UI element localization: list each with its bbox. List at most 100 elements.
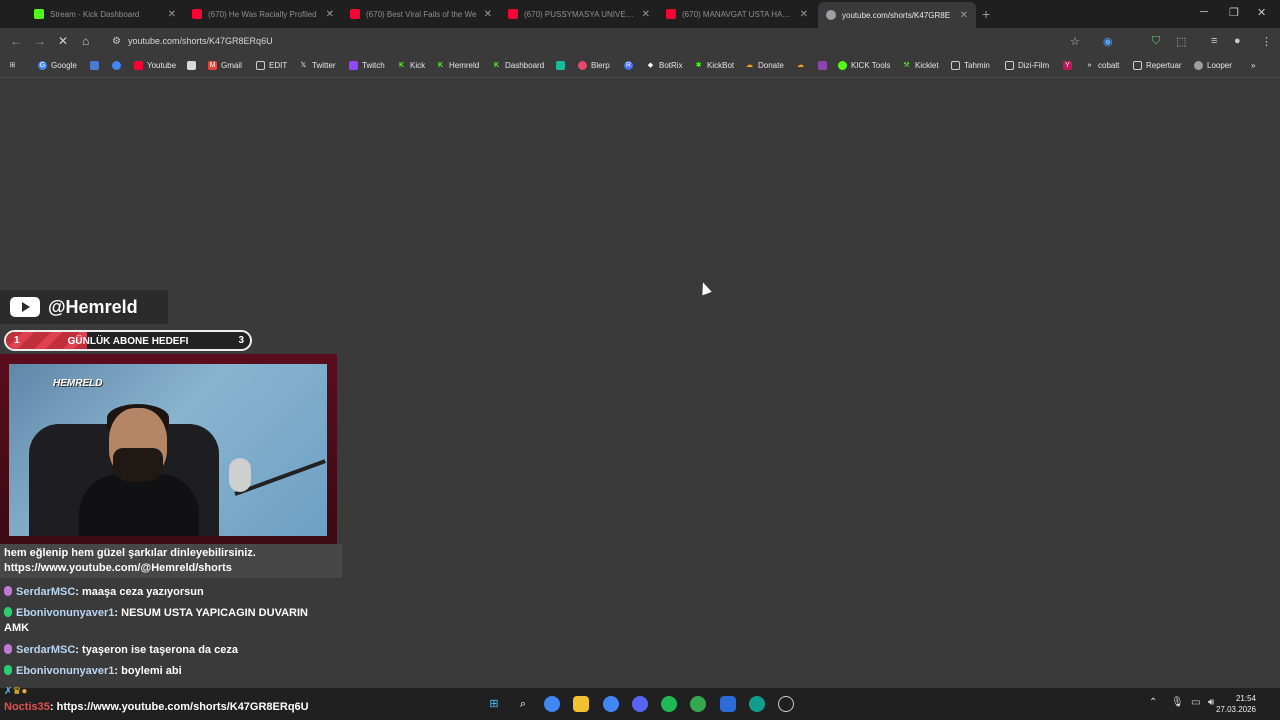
tray-overflow-icon[interactable]: ⌃ [1149, 697, 1157, 708]
search-icon[interactable]: ⌕ [515, 696, 531, 712]
close-tab-icon[interactable]: ✕ [642, 9, 650, 20]
bookmark-r[interactable]: R [624, 61, 637, 70]
shield-extension-icon[interactable]: ⛉ [1152, 35, 1160, 48]
extension-audio-icon[interactable]: ◉ [1103, 35, 1113, 48]
close-tab-icon[interactable]: ✕ [484, 9, 492, 20]
subscriber-goal-bar: 1 GÜNLÜK ABONE HEDEFI 3 [4, 330, 252, 351]
user-badge-icon [4, 586, 12, 596]
minimize-icon[interactable]: ─ [1200, 6, 1208, 18]
bookmark-folder-edit[interactable]: EDIT [256, 61, 287, 70]
bookmark-donate[interactable]: ☁ Donate [745, 61, 784, 70]
back-icon[interactable]: ← [10, 34, 22, 48]
bookmark-youtube[interactable]: Youtube [134, 61, 176, 70]
site-info-icon[interactable]: ⚙ [112, 36, 121, 47]
bookmark-y[interactable]: Y [1063, 61, 1076, 70]
bookmark-dashboard[interactable]: K Dashboard [492, 61, 544, 70]
home-icon[interactable]: ⌂ [82, 34, 89, 48]
chrome-profile-icon[interactable] [603, 696, 619, 712]
restore-icon[interactable]: ❐ [1229, 6, 1239, 19]
youtube-icon [192, 9, 202, 19]
tab-youtube-shorts-active[interactable]: youtube.com/shorts/K47GR8E ✕ [818, 2, 976, 28]
bookmark-page[interactable] [187, 61, 200, 70]
bookmark-kick-tools[interactable]: KICK Tools [838, 61, 890, 70]
coin-badge-icon: ● [21, 686, 28, 697]
bookmark-twitter[interactable]: 𝕏 Twitter [299, 61, 336, 70]
bookmark-google[interactable]: G Google [38, 61, 77, 70]
close-tab-icon[interactable]: ✕ [800, 9, 808, 20]
file-explorer-icon[interactable] [573, 696, 589, 712]
goal-label: GÜNLÜK ABONE HEDEFI [67, 336, 189, 347]
bookmark-kicklet[interactable]: ⚒ Kicklet [902, 61, 938, 70]
new-tab-icon[interactable]: + [982, 6, 990, 22]
bookmark-translate[interactable] [90, 61, 103, 70]
volume-icon[interactable]: 🔊︎ [1208, 697, 1214, 708]
bookmark-purple[interactable] [818, 61, 831, 70]
tab-youtube-4[interactable]: (670) MANAVGAT USTA HACKI ✕ [658, 3, 816, 25]
crown-badge-icon: ♛ [12, 686, 22, 697]
user-badge-icon [4, 665, 12, 675]
page-icon [187, 61, 196, 70]
media-controls-icon[interactable]: ≡ [1211, 35, 1217, 47]
chat-text: maaşa ceza yazıyorsun [82, 586, 204, 598]
chat-message-latest: Noctis35: https://www.youtube.com/shorts… [4, 701, 309, 713]
bookmark-bot[interactable] [556, 61, 569, 70]
more-bookmarks-icon[interactable]: » [1251, 61, 1255, 70]
network-icon[interactable]: ▭ [1191, 697, 1200, 708]
chat-username: Ebonivonunyaver1 [16, 607, 115, 619]
close-tab-icon[interactable]: ✕ [326, 9, 334, 20]
gmail-icon: M [208, 61, 217, 70]
folder-icon [1005, 61, 1014, 70]
tab-kick-dashboard[interactable]: Stream - Kick Dashboard ✕ [26, 3, 184, 25]
forward-icon[interactable]: → [34, 34, 46, 48]
system-clock[interactable]: 21:54 27.03.2026 [1216, 693, 1256, 715]
chat-text: https://www.youtube.com/shorts/K47GR8ERq… [56, 701, 309, 713]
bookmark-cobalt[interactable]: » cobalt [1085, 61, 1120, 70]
translate-icon [90, 61, 99, 70]
bookmark-twitch[interactable]: Twitch [349, 61, 385, 70]
extensions-puzzle-icon[interactable]: ⬚ [1176, 35, 1186, 48]
bookmark-hemreld[interactable]: K Hemreld [436, 61, 479, 70]
spotify-icon[interactable] [661, 696, 677, 712]
bookmark-looper[interactable]: Looper [1194, 61, 1232, 70]
bookmark-folder-tahmin[interactable]: Tahmin [951, 61, 990, 70]
address-url[interactable]: youtube.com/shorts/K47GR8ERq6U [128, 36, 273, 46]
tab-youtube-1[interactable]: (670) He Was Racially Profiled ✕ [184, 3, 342, 25]
browser-toolbar: ← → ✕ ⌂ ⚙ youtube.com/shorts/K47GR8ERq6U… [0, 28, 1280, 56]
google-icon: G [38, 61, 47, 70]
loading-stop-icon[interactable]: ✕ [58, 34, 68, 48]
bookmark-folder-dizi-film[interactable]: Dizi-Film [1005, 61, 1049, 70]
chrome-alt-icon[interactable] [690, 696, 706, 712]
app-blue-icon[interactable] [720, 696, 736, 712]
close-tab-icon[interactable]: ✕ [960, 10, 968, 21]
donate-icon: ☁ [746, 62, 753, 69]
bookmark-kickbot[interactable]: ✱ KickBot [694, 61, 735, 70]
tab-title: (670) Best Viral Fails of the We [366, 9, 477, 19]
tab-youtube-2[interactable]: (670) Best Viral Fails of the We ✕ [342, 3, 500, 25]
bookmarks-bar: ⊞ G Google Youtube M Gmail EDIT 𝕏 Twitter T… [0, 56, 1280, 78]
close-window-icon[interactable]: ✕ [1257, 6, 1266, 19]
address-bar[interactable]: ⚙ youtube.com/shorts/K47GR8ERq6U [104, 30, 1094, 54]
bookmark-chrome[interactable] [112, 61, 125, 70]
cobalt-icon: » [1087, 62, 1092, 69]
start-windows-icon[interactable]: ⊞ [486, 696, 502, 712]
bookmark-gmail[interactable]: M Gmail [208, 61, 242, 70]
bookmark-kick[interactable]: K Kick [397, 61, 425, 70]
discord-icon[interactable] [632, 696, 648, 712]
bookmark-coin[interactable]: ☁ [796, 61, 809, 70]
r-icon: R [624, 61, 633, 70]
bookmark-botrix[interactable]: ◆ BotRix [646, 61, 683, 70]
bookmark-blerp[interactable]: Blerp [578, 61, 610, 70]
chat-message: Ebonivonunyaver1: boylemi abi [4, 664, 334, 679]
edge-icon[interactable] [749, 696, 765, 712]
tab-youtube-3[interactable]: (670) PUSSYMASYA UNIVERSIT ✕ [500, 3, 658, 25]
menu-kebab-icon[interactable]: ⋮ [1261, 35, 1272, 48]
bookmark-folder-repertuar[interactable]: Repertuar [1133, 61, 1182, 70]
bookmark-star-icon[interactable]: ☆ [1070, 35, 1080, 48]
chrome-taskbar-icon[interactable] [544, 696, 560, 712]
close-tab-icon[interactable]: ✕ [168, 9, 176, 20]
profile-avatar-icon[interactable]: ● [1234, 35, 1241, 47]
apps-icon[interactable]: ⊞ [8, 61, 21, 70]
microphone-tray-icon[interactable]: 🎙︎ [1171, 697, 1184, 708]
obs-icon[interactable] [778, 696, 794, 712]
folder-icon [951, 61, 960, 70]
